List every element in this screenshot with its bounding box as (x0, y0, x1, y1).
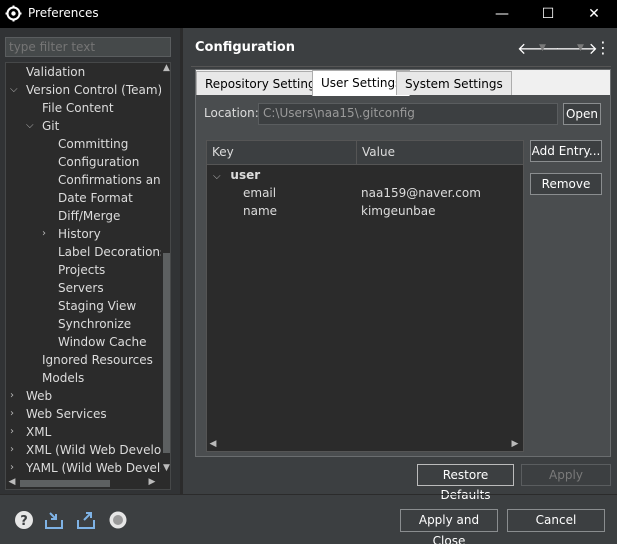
chevron-down-icon[interactable]: ⌵ (213, 171, 221, 182)
table-section-row[interactable]: ⌵ user (213, 166, 260, 184)
tab-system-settings[interactable]: System Settings (396, 71, 512, 95)
scroll-left-icon[interactable]: ◀ (207, 439, 219, 451)
scroll-up-icon[interactable]: ▲ (161, 63, 170, 75)
tree-item-committing[interactable]: Committing (58, 135, 128, 153)
chevron-right-icon[interactable]: › (10, 387, 22, 405)
add-entry-button[interactable]: Add Entry... (530, 140, 602, 162)
scroll-right-icon[interactable]: ▶ (509, 439, 521, 451)
cancel-button[interactable]: Cancel (507, 509, 605, 532)
tree-item-projects[interactable]: Projects (58, 261, 105, 279)
apply-button[interactable]: Apply (521, 464, 611, 486)
chevron-down-icon[interactable]: ⌵ (26, 117, 38, 135)
chevron-right-icon[interactable]: › (10, 405, 22, 423)
tree-item-confirmations[interactable]: Confirmations and (58, 171, 168, 189)
tree-item-version-control[interactable]: ⌵ Version Control (Team) (10, 81, 162, 99)
chevron-right-icon[interactable]: › (10, 441, 22, 459)
tree-horizontal-scrollbar[interactable]: ◀ ▶ (6, 477, 161, 489)
scroll-down-icon[interactable]: ▼ (161, 463, 170, 475)
scroll-left-icon[interactable]: ◀ (6, 477, 18, 489)
tree-item-file-content[interactable]: File Content (42, 99, 114, 117)
import-icon[interactable] (44, 510, 64, 530)
close-button[interactable]: ✕ (571, 0, 617, 28)
more-options-icon[interactable]: ⋮ (595, 38, 611, 57)
tree-item-yaml-wild-web[interactable]: › YAML (Wild Web Develo (10, 459, 168, 477)
open-button[interactable]: Open (563, 103, 601, 125)
preferences-gear-icon (5, 5, 22, 22)
tree-item-ignored-resources[interactable]: Ignored Resources (42, 351, 153, 369)
tree-item-web[interactable]: › Web (10, 387, 52, 405)
tree-item-web-services[interactable]: › Web Services (10, 405, 107, 423)
tree-item-xml-wild-web[interactable]: › XML (Wild Web Develop (10, 441, 169, 459)
minimize-button[interactable]: — (479, 0, 525, 28)
table-horizontal-scrollbar[interactable]: ◀ ▶ (207, 439, 523, 451)
tree-item-git[interactable]: ⌵ Git (26, 117, 59, 135)
oomph-record-icon[interactable] (108, 510, 128, 530)
column-header-key[interactable]: Key (207, 141, 357, 164)
window-titlebar: Preferences — ☐ ✕ (0, 0, 617, 28)
preferences-tree: Validation ⌵ Version Control (Team) File … (5, 62, 171, 490)
table-row-key[interactable]: email (243, 184, 276, 202)
tree-item-synchronize[interactable]: Synchronize (58, 315, 131, 333)
chevron-down-icon[interactable]: ⌵ (10, 81, 22, 99)
column-header-value[interactable]: Value (357, 141, 523, 164)
scrollbar-thumb[interactable] (163, 253, 170, 453)
tree-item-models[interactable]: Models (42, 369, 84, 387)
footer-separator (0, 494, 617, 495)
preferences-sidebar: Validation ⌵Version Control (Team) File … (0, 28, 180, 494)
help-icon[interactable]: ? (14, 510, 34, 530)
tree-vertical-scrollbar[interactable]: ▲ ▼ (161, 63, 170, 475)
tab-repository-settings[interactable]: Repository Settings (196, 71, 331, 95)
section-label: user (230, 168, 261, 182)
location-label: Location: (204, 106, 259, 120)
tab-bar: Repository Settings User Settings System… (196, 70, 610, 96)
table-row-value[interactable]: kimgeunbae (361, 202, 436, 220)
window-title: Preferences (28, 6, 99, 20)
chevron-right-icon[interactable]: › (10, 423, 22, 441)
tree-item-servers[interactable]: Servers (58, 279, 104, 297)
tree-item-window-cache[interactable]: Window Cache (58, 333, 146, 351)
filter-input[interactable] (5, 37, 171, 57)
page-title: Configuration (195, 40, 295, 55)
tree-item-configuration[interactable]: Configuration (58, 153, 139, 171)
scroll-right-icon[interactable]: ▶ (146, 477, 158, 489)
location-field: C:\Users\naa15\.gitconfig (258, 103, 558, 125)
header-separator (191, 66, 611, 67)
restore-defaults-button[interactable]: Restore Defaults (417, 464, 514, 502)
back-menu-chevron-icon[interactable]: ▼ (539, 43, 546, 53)
chevron-right-icon[interactable]: › (10, 459, 22, 477)
apply-and-close-button[interactable]: Apply and Close (400, 509, 498, 544)
chevron-right-icon[interactable]: › (42, 225, 54, 243)
export-icon[interactable] (76, 510, 96, 530)
remove-button[interactable]: Remove (530, 173, 602, 195)
table-row-value[interactable]: naa159@naver.com (361, 184, 481, 202)
table-header: Key Value (207, 141, 523, 165)
tree-item-history[interactable]: › History (42, 225, 101, 243)
tree-item-validation[interactable]: Validation (26, 63, 85, 81)
tree-item-diff-merge[interactable]: Diff/Merge (58, 207, 120, 225)
svg-text:?: ? (20, 514, 28, 529)
tree-item-label-decorations[interactable]: Label Decorations (58, 243, 166, 261)
tree-item-date-format[interactable]: Date Format (58, 189, 133, 207)
forward-menu-chevron-icon[interactable]: ▼ (577, 43, 584, 53)
table-row-key[interactable]: name (243, 202, 277, 220)
preference-page: Configuration 🡐 ▼ 🡒 ▼ ⋮ Repository Setti… (183, 28, 617, 502)
settings-tab-folder: Repository Settings User Settings System… (195, 69, 611, 457)
maximize-button[interactable]: ☐ (525, 0, 571, 28)
scrollbar-thumb[interactable] (20, 480, 110, 487)
config-table[interactable]: Key Value ⌵ user email naa159@naver.com … (206, 140, 524, 452)
tree-item-xml[interactable]: › XML (10, 423, 51, 441)
tree-item-staging-view[interactable]: Staging View (58, 297, 136, 315)
